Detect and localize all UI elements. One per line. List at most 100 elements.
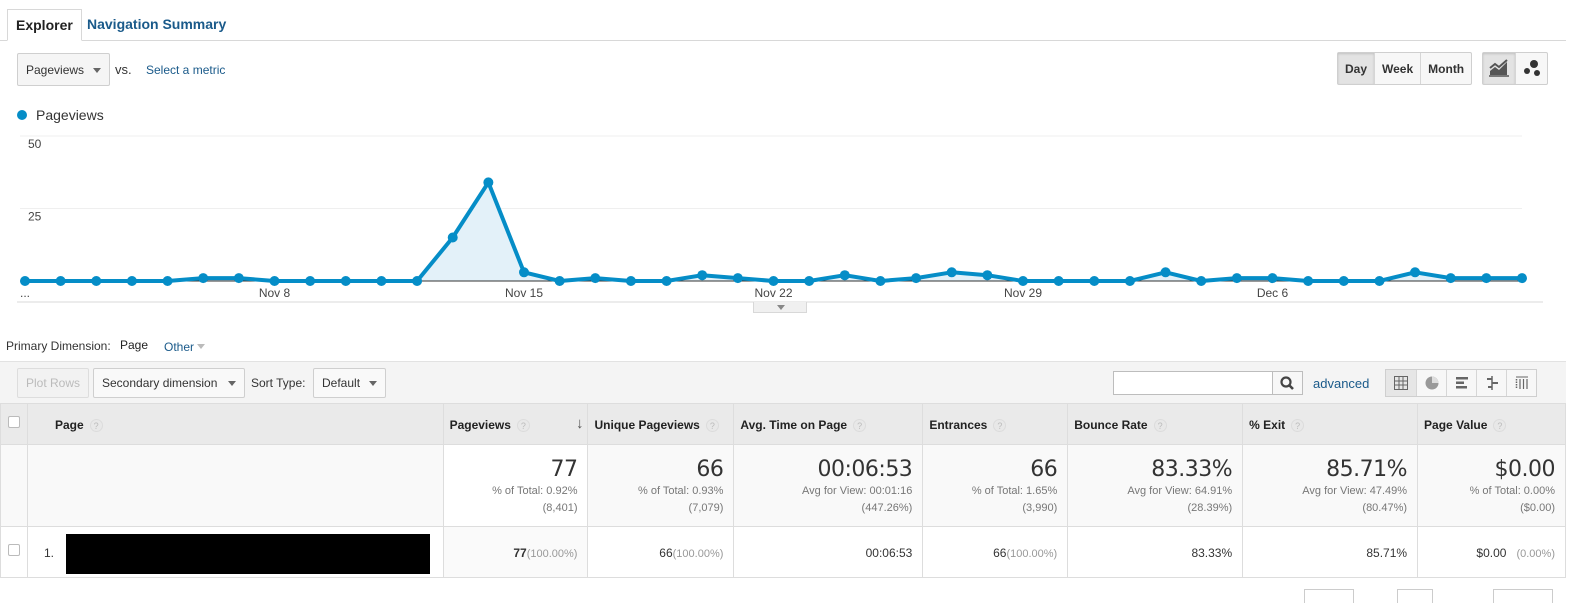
- total-avg-time-on-page: 00:06:53 Avg for View: 00:01:16 (447.26%…: [733, 444, 924, 527]
- select-metric-link[interactable]: Select a metric: [146, 63, 225, 77]
- data-point: [198, 273, 209, 284]
- column-label: Page: [54, 418, 84, 432]
- metric-dropdown[interactable]: Pageviews: [17, 53, 110, 86]
- month-button[interactable]: Month: [1420, 53, 1471, 84]
- column-header-entrances[interactable]: Entrances?: [922, 403, 1069, 445]
- row-exit: 85.71%: [1242, 526, 1419, 578]
- row-checkbox[interactable]: [7, 544, 20, 556]
- data-point: [1481, 273, 1492, 284]
- data-point: [1089, 276, 1100, 286]
- total-overall: (3,990): [1022, 502, 1058, 514]
- data-point: [1231, 273, 1242, 284]
- sort-descending-icon: ↓: [575, 415, 584, 432]
- rows-per-page-select[interactable]: [1304, 589, 1354, 603]
- collapse-chart-handle[interactable]: [753, 302, 807, 313]
- performance-view-button[interactable]: [1446, 370, 1476, 396]
- total-overall: (28.39%): [1187, 502, 1233, 514]
- primary-dimension-other[interactable]: Other: [164, 340, 206, 354]
- tab-explorer[interactable]: Explorer: [7, 9, 82, 41]
- y-tick-label: 25: [28, 210, 42, 224]
- data-point: [1517, 273, 1527, 284]
- data-point: [126, 276, 137, 286]
- series-line: [25, 180, 1522, 283]
- day-button[interactable]: Day: [1338, 53, 1375, 84]
- column-header-bounce-rate[interactable]: Bounce Rate?: [1067, 403, 1244, 445]
- primary-dimension-page[interactable]: Page: [120, 338, 148, 352]
- line-chart-button[interactable]: [1483, 53, 1515, 84]
- help-icon[interactable]: ?: [1153, 419, 1167, 433]
- week-button[interactable]: Week: [1374, 53, 1420, 84]
- go-to-page-input[interactable]: [1397, 589, 1433, 603]
- data-point: [661, 276, 672, 286]
- help-icon[interactable]: ?: [89, 419, 103, 433]
- help-icon[interactable]: ?: [516, 419, 530, 433]
- pivot-icon: [1515, 376, 1528, 389]
- select-all-checkbox[interactable]: [7, 416, 20, 428]
- total-value: 85.71%: [1326, 457, 1408, 482]
- total-value: 77: [550, 457, 578, 482]
- data-point: [1160, 267, 1171, 278]
- data-point: [447, 232, 458, 243]
- help-icon[interactable]: ?: [1291, 419, 1305, 433]
- row-value: 85.71%: [1366, 546, 1408, 560]
- help-icon[interactable]: ?: [705, 419, 719, 433]
- total-share: % of Total: 0.00%: [1469, 485, 1555, 497]
- primary-dimension-label: Primary Dimension:: [6, 339, 111, 353]
- total-unique-pageviews: 66 % of Total: 0.93% (7,079): [587, 444, 735, 527]
- column-label: Pageviews: [449, 418, 511, 432]
- total-bounce-rate: 83.33% Avg for View: 64.91% (28.39%): [1067, 444, 1244, 527]
- tab-navigation-summary[interactable]: Navigation Summary: [79, 9, 234, 41]
- data-point: [732, 273, 743, 284]
- other-label: Other: [164, 340, 195, 354]
- redacted-page-path[interactable]: [66, 534, 430, 574]
- pie-chart-icon: [1425, 376, 1438, 390]
- help-icon[interactable]: ?: [993, 419, 1007, 433]
- vs-label: vs.: [115, 62, 132, 77]
- data-point: [1410, 267, 1421, 278]
- pie-view-button[interactable]: [1416, 370, 1446, 396]
- line-chart-icon: [1489, 59, 1509, 77]
- column-header-page-value[interactable]: Page Value?: [1417, 403, 1566, 445]
- help-icon[interactable]: ?: [1493, 419, 1507, 433]
- row-index: 1.: [43, 546, 54, 560]
- comparison-view-button[interactable]: [1476, 370, 1506, 396]
- column-header-unique-pageviews[interactable]: Unique Pageviews?: [587, 403, 735, 445]
- total-value: 66: [696, 457, 724, 482]
- row-page-value: $0.00 (0.00%): [1417, 526, 1566, 578]
- x-tick-label: ...: [20, 286, 30, 300]
- data-point: [483, 177, 494, 188]
- column-header-pageviews[interactable]: Pageviews? ↓: [442, 403, 589, 445]
- row-value: $0.00: [1476, 546, 1507, 560]
- legend-dot-icon: [17, 110, 27, 120]
- column-header-avg-time-on-page[interactable]: Avg. Time on Page?: [733, 403, 924, 445]
- total-overall: (7,079): [688, 502, 724, 514]
- total-value: 66: [1030, 457, 1058, 482]
- x-tick-label: Dec 6: [1257, 286, 1289, 300]
- select-all-cell: [0, 403, 28, 445]
- sort-type-value: Default: [322, 376, 361, 390]
- motion-chart-button[interactable]: [1515, 53, 1547, 84]
- help-icon[interactable]: ?: [853, 419, 867, 433]
- row-value: 00:06:53: [865, 546, 913, 560]
- total-page-value: $0.00 % of Total: 0.00% ($0.00): [1417, 444, 1566, 527]
- row-percent: (100.00%): [672, 548, 724, 560]
- page-nav-buttons[interactable]: [1493, 589, 1553, 603]
- data-point: [839, 270, 850, 281]
- data-point: [1196, 276, 1207, 286]
- column-header-exit[interactable]: % Exit?: [1242, 403, 1419, 445]
- pivot-view-button[interactable]: [1506, 370, 1536, 396]
- row-percent: (0.00%): [1516, 548, 1555, 560]
- data-point: [269, 276, 280, 286]
- table-search-input[interactable]: [1113, 371, 1273, 395]
- plot-rows-button[interactable]: Plot Rows: [17, 368, 90, 398]
- chart-type-group: [1482, 52, 1548, 85]
- sort-type-dropdown[interactable]: Default: [313, 368, 386, 398]
- totals-empty-cell: [0, 444, 28, 527]
- advanced-filter-link[interactable]: advanced: [1313, 376, 1369, 391]
- secondary-dimension-dropdown[interactable]: Secondary dimension: [93, 368, 245, 398]
- column-header-page[interactable]: Page?: [26, 403, 444, 445]
- table-toolbar: Plot Rows Secondary dimension Sort Type:…: [0, 361, 1566, 403]
- search-button[interactable]: [1273, 371, 1303, 395]
- table-view-button[interactable]: [1386, 370, 1416, 396]
- row-value: 66: [659, 546, 673, 560]
